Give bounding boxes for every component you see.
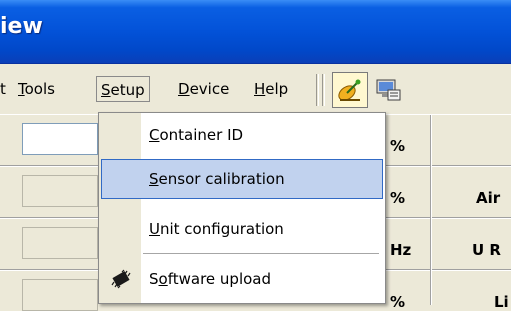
menu-item-software-upload[interactable]: Software upload (101, 259, 383, 299)
unit-label-2: % (390, 189, 406, 207)
menu-device[interactable]: Device (178, 76, 229, 102)
chip-icon (111, 269, 131, 289)
menu-device-rest: evice (189, 80, 230, 98)
menu-item-post: ensor calibration (158, 170, 285, 188)
toolbar-separator (316, 74, 319, 106)
ur-label: U R (472, 241, 501, 259)
menu-item-post: nit configuration (159, 220, 284, 238)
menu-help-rest: elp (265, 80, 289, 98)
menu-item-mnemonic: o (158, 270, 168, 288)
value-field-4 (22, 279, 98, 311)
air-label: Air (476, 189, 501, 207)
value-field-2 (22, 175, 98, 207)
menu-help-mnemonic: H (254, 80, 266, 98)
menu-item-post: ontainer ID (159, 126, 244, 144)
menu-item-unit-configuration[interactable]: Unit configuration (101, 209, 383, 249)
menu-bar: t Tools Setup Device Help (0, 64, 511, 114)
column-divider (430, 115, 432, 305)
settings-computer-button[interactable] (370, 72, 406, 108)
li-label: Li (494, 293, 509, 311)
unit-label-4: % (390, 293, 406, 311)
container-id-field[interactable] (22, 123, 98, 155)
menu-item-post: ftware upload (167, 270, 271, 288)
unit-label-3: Hz (390, 241, 412, 259)
menu-tools-rest: ools (24, 80, 55, 98)
unit-label-1: % (390, 137, 406, 155)
menu-setup-mnemonic: S (101, 81, 111, 99)
menu-tools[interactable]: Tools (18, 76, 55, 102)
menu-item-mnemonic: C (149, 126, 160, 144)
menu-edit[interactable]: t (0, 76, 6, 102)
menu-item-mnemonic: U (149, 220, 160, 238)
menu-setup-rest: etup (110, 81, 145, 99)
title-bar[interactable]: iew (0, 0, 511, 64)
menu-item-mnemonic: S (149, 170, 159, 188)
menu-help[interactable]: Help (254, 76, 288, 102)
menu-device-mnemonic: D (178, 80, 190, 98)
menu-setup[interactable]: Setup (96, 76, 150, 102)
menu-item-pre: S (149, 270, 159, 288)
setup-dropdown-menu: Container ID Sensor calibration Unit con… (98, 112, 386, 304)
menu-item-container-id[interactable]: Container ID (101, 115, 383, 155)
menu-separator (143, 253, 379, 255)
settings-computer-icon (376, 79, 401, 101)
satellite-dish-icon (338, 79, 361, 101)
satellite-dish-button[interactable] (332, 72, 368, 108)
value-field-3 (22, 227, 98, 259)
window-title: iew (0, 14, 43, 39)
menu-item-sensor-calibration[interactable]: Sensor calibration (101, 159, 383, 199)
menu-tools-mnemonic: T (18, 80, 25, 98)
toolbar-separator (322, 74, 325, 106)
